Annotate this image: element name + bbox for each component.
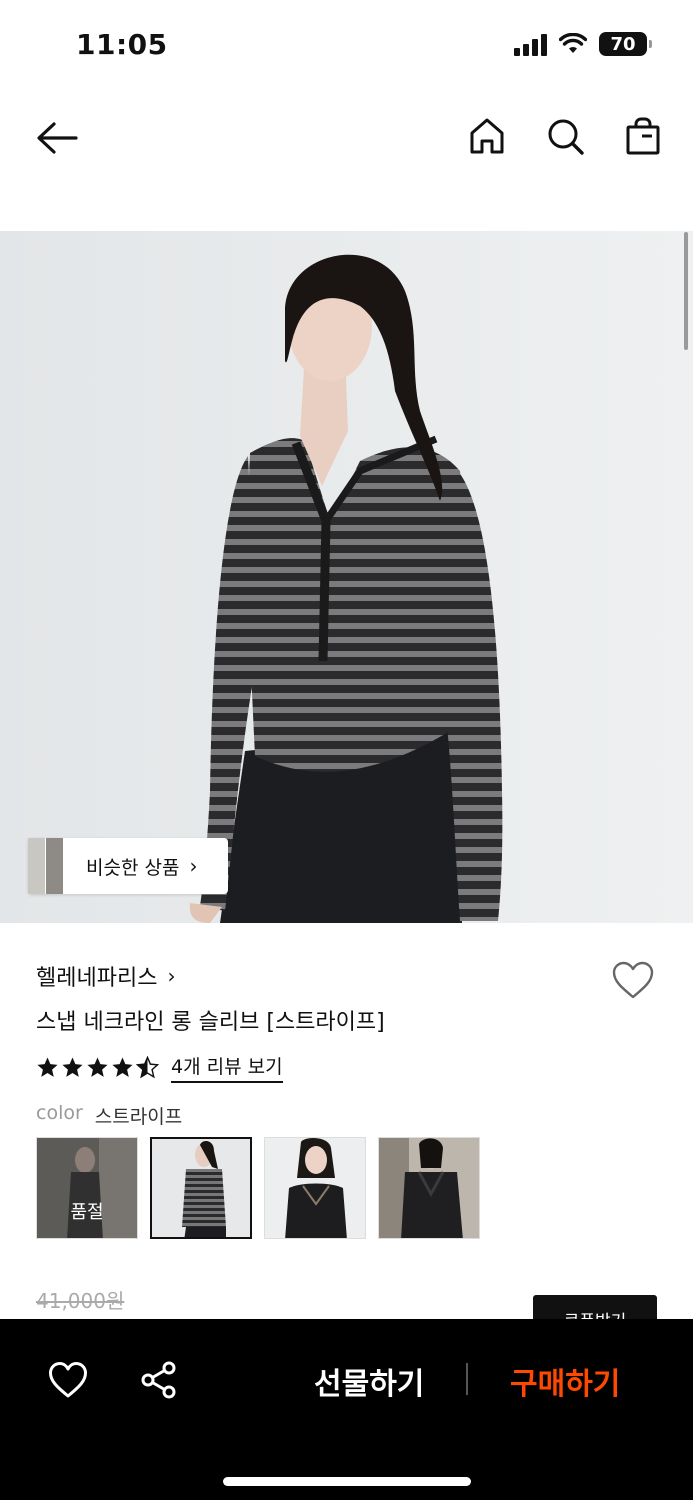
- similar-products-button[interactable]: 비슷한 상품 ›: [28, 838, 228, 894]
- brand-name: 헬레네파리스: [36, 966, 158, 991]
- heart-icon[interactable]: [611, 960, 655, 1000]
- battery-icon: 70: [599, 32, 652, 56]
- swatch-option[interactable]: [264, 1137, 366, 1239]
- review-link[interactable]: 4개 리뷰 보기: [171, 1052, 283, 1083]
- chevron-right-icon: ›: [189, 854, 198, 878]
- home-icon[interactable]: [467, 116, 507, 156]
- color-label: color: [36, 1102, 83, 1124]
- star-icon: [87, 1057, 108, 1077]
- color-swatches: 품절: [36, 1137, 480, 1239]
- product-photo: [0, 231, 693, 923]
- gift-button[interactable]: 선물하기: [314, 1359, 424, 1403]
- status-indicators: 70: [514, 32, 652, 56]
- star-icon: [37, 1057, 58, 1077]
- star-rating: [36, 1056, 159, 1079]
- star-half-icon: [136, 1056, 159, 1079]
- button-divider: [466, 1363, 468, 1395]
- status-time: 11:05: [76, 28, 168, 61]
- swatch-option[interactable]: 품절: [36, 1137, 138, 1239]
- color-option-row: color 스트라이프: [36, 1102, 182, 1129]
- heart-icon[interactable]: [48, 1361, 88, 1399]
- swatch-option[interactable]: [378, 1137, 480, 1239]
- search-icon[interactable]: [545, 116, 585, 156]
- shopping-bag-icon[interactable]: [623, 116, 663, 156]
- swatch-image: [152, 1139, 250, 1237]
- similar-products-label: 비슷한 상품: [86, 856, 180, 879]
- product-image[interactable]: [0, 231, 693, 923]
- image-scrollbar[interactable]: [684, 232, 688, 350]
- rating-row: 4개 리뷰 보기: [36, 1052, 283, 1083]
- color-value: 스트라이프: [94, 1106, 183, 1128]
- swatch-image: [379, 1138, 479, 1238]
- chevron-right-icon: ›: [167, 964, 176, 988]
- nav-bar: [0, 100, 693, 176]
- status-bar: 11:05 70: [0, 0, 693, 90]
- sold-out-badge: 품절: [37, 1138, 137, 1238]
- similar-thumbnail: [28, 838, 64, 894]
- original-price: 41,000원: [36, 1289, 125, 1313]
- wifi-icon: [559, 33, 587, 53]
- arrow-left-icon[interactable]: [34, 118, 80, 158]
- nav-actions: [467, 116, 663, 156]
- swatch-image: [265, 1138, 365, 1238]
- brand-link[interactable]: 헬레네파리스 ›: [36, 960, 175, 992]
- star-icon: [62, 1057, 83, 1077]
- bottom-action-bar: 선물하기 구매하기: [0, 1319, 693, 1500]
- share-icon[interactable]: [140, 1361, 178, 1399]
- swatch-option-selected[interactable]: [150, 1137, 252, 1239]
- star-icon: [112, 1057, 133, 1077]
- home-indicator: [223, 1477, 471, 1486]
- product-title: 스냅 네크라인 롱 슬리브 [스트라이프]: [36, 1010, 385, 1035]
- signal-icon: [514, 32, 547, 56]
- buy-button[interactable]: 구매하기: [510, 1359, 620, 1403]
